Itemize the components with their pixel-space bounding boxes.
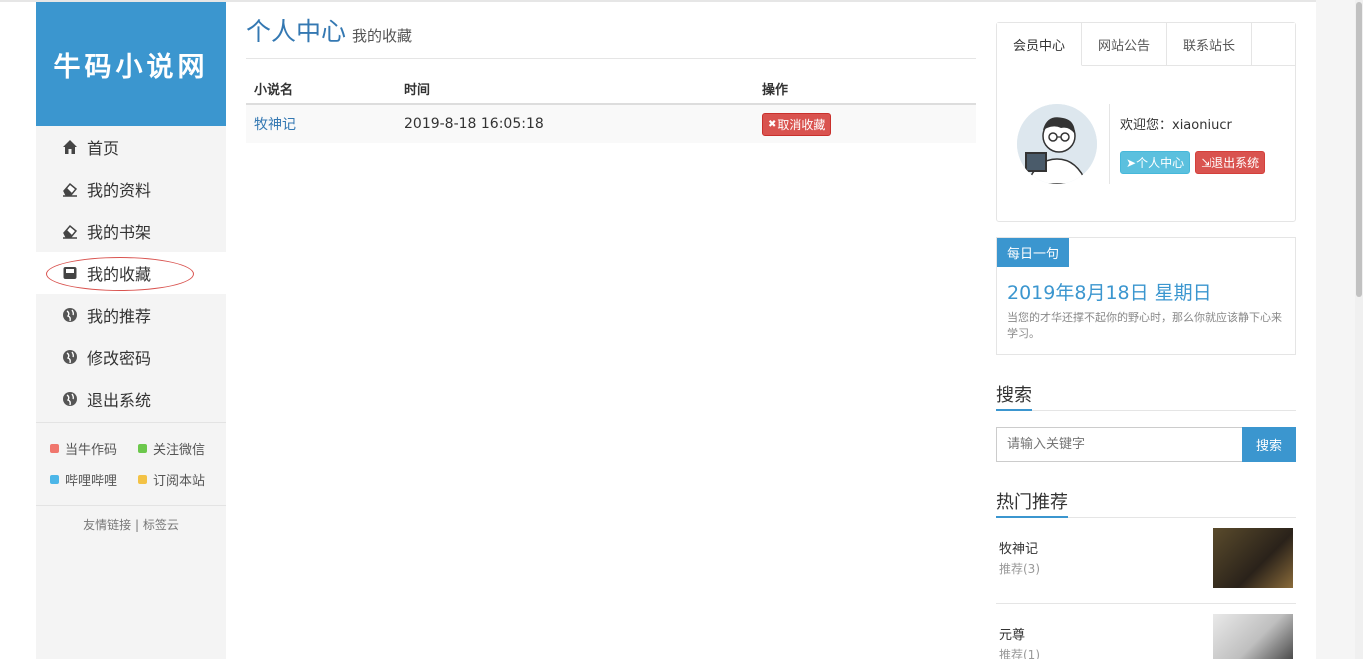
table-cell: 牧神记 — [246, 104, 396, 143]
eraser-icon — [61, 180, 79, 198]
member-panel: 会员中心 网站公告 联系站长 欢迎您：xiaoniucr ➤个人中心 ⇲退出系统 — [996, 22, 1296, 222]
cancel-favorite-button[interactable]: ✖ 取消收藏 — [762, 112, 832, 136]
recommend-count: 推荐(3) — [999, 562, 1040, 576]
tag-label: 关注微信 — [153, 443, 206, 458]
column-header: 时间 — [396, 74, 754, 105]
avatar — [1017, 103, 1097, 184]
sidebar-item-label: 修改密码 — [87, 349, 152, 368]
personal-center-button[interactable]: ➤个人中心 — [1120, 150, 1191, 174]
page-header: 个人中心 我的收藏 — [246, 2, 976, 59]
sidebar-nav: 首页 我的资料 我的书架 我的收藏 我的推荐 修改密码 退出系统 — [36, 126, 226, 420]
novel-link[interactable]: 牧神记 — [254, 117, 296, 133]
globe-icon — [61, 348, 79, 366]
profile-box: 欢迎您：xiaoniucr ➤个人中心 ⇲退出系统 — [997, 66, 1295, 221]
eraser-icon — [61, 222, 79, 240]
sidebar-item-label: 我的收藏 — [87, 265, 152, 284]
scrollbar[interactable] — [1355, 0, 1363, 659]
sidebar-item-label: 我的推荐 — [87, 307, 152, 326]
profile-divider — [1109, 103, 1110, 184]
column-header: 操作 — [754, 74, 976, 105]
profile-buttons: ➤个人中心 ⇲退出系统 — [1120, 150, 1266, 174]
logout-button[interactable]: ⇲退出系统 — [1195, 150, 1266, 174]
links-separator: | — [134, 518, 140, 532]
sidebar-item-home[interactable]: 首页 — [36, 126, 226, 168]
table-cell: ✖ 取消收藏 — [754, 104, 976, 143]
tag-item[interactable]: 哔哩哔哩 — [50, 470, 138, 489]
sidebar-divider — [36, 505, 226, 506]
welcome-text: 欢迎您：xiaoniucr — [1120, 117, 1232, 133]
tab-announcements[interactable]: 网站公告 — [1082, 23, 1168, 65]
table-header-row: 小说名 时间 操作 — [246, 74, 976, 105]
section-title-text: 热门推荐 — [996, 488, 1068, 518]
tag-label: 当牛作码 — [65, 443, 118, 458]
tag-item[interactable]: 当牛作码 — [50, 439, 138, 458]
page-margin — [1316, 0, 1355, 659]
novel-title[interactable]: 牧神记 — [999, 538, 1038, 557]
logout-icon: ⇲ — [1201, 155, 1212, 170]
table-row: 牧神记 2019-8-18 16:05:18 ✖ 取消收藏 — [246, 104, 976, 143]
globe-icon — [61, 390, 79, 408]
quote-label: 每日一句 — [997, 238, 1070, 267]
search-input[interactable] — [996, 427, 1242, 462]
novel-cover[interactable] — [1213, 528, 1293, 588]
sidebar-item-bookshelf[interactable]: 我的书架 — [36, 210, 226, 252]
sidebar-item-label: 我的资料 — [87, 181, 152, 200]
search-button[interactable]: 搜索 — [1242, 427, 1296, 462]
recommend-count: 推荐(1) — [999, 648, 1040, 659]
section-title-text: 搜索 — [996, 381, 1032, 411]
close-icon: ✖ — [768, 118, 777, 130]
quote-text: 当您的才华还撑不起你的野心时，那么你就应该静下心来学习。 — [1007, 311, 1282, 340]
table-cell: 2019-8-18 16:05:18 — [396, 104, 754, 143]
profile-info: 欢迎您：xiaoniucr ➤个人中心 ⇲退出系统 — [1120, 114, 1266, 174]
column-header: 小说名 — [246, 74, 396, 105]
novel-title[interactable]: 元尊 — [999, 624, 1025, 643]
daily-quote-panel: 每日一句 2019年8月18日 星期日 当您的才华还撑不起你的野心时，那么你就应… — [996, 237, 1296, 355]
sidebar-item-label: 首页 — [87, 139, 120, 158]
sidebar-links: 友情链接 | 标签云 — [36, 516, 226, 533]
tag-cloud-link[interactable]: 标签云 — [143, 518, 179, 532]
main-content: 个人中心 我的收藏 小说名 时间 操作 牧神记 2019-8-18 16:05:… — [246, 2, 976, 143]
list-item[interactable]: 牧神记 推荐(3) — [996, 518, 1296, 604]
member-tabs: 会员中心 网站公告 联系站长 — [997, 23, 1295, 66]
tag-dot — [138, 475, 147, 484]
sidebar-item-profile[interactable]: 我的资料 — [36, 168, 226, 210]
globe-icon — [61, 306, 79, 324]
button-label: 个人中心 — [1136, 155, 1185, 170]
sidebar-item-password[interactable]: 修改密码 — [36, 336, 226, 378]
inbox-icon — [61, 264, 79, 282]
sidebar-item-recommend[interactable]: 我的推荐 — [36, 294, 226, 336]
page-subtitle: 我的收藏 — [352, 27, 413, 45]
search-box: 搜索 — [996, 427, 1296, 462]
page-title: 个人中心 — [246, 17, 347, 46]
right-column: 会员中心 网站公告 联系站长 欢迎您：xiaoniucr ➤个人中心 ⇲退出系统… — [996, 22, 1296, 659]
hot-section-title: 热门推荐 — [996, 488, 1296, 518]
sidebar: 牛码小说网 首页 我的资料 我的书架 我的收藏 我的推荐 修改密码 退出系统 当… — [36, 2, 226, 659]
tag-dot — [50, 475, 59, 484]
sidebar-item-label: 我的书架 — [87, 223, 152, 242]
tag-item[interactable]: 关注微信 — [138, 439, 226, 458]
button-label: 退出系统 — [1211, 155, 1260, 170]
button-label: 取消收藏 — [777, 117, 826, 132]
novel-cover[interactable] — [1213, 614, 1293, 659]
quote-date: 2019年8月18日 星期日 — [1007, 282, 1212, 304]
tab-member-center[interactable]: 会员中心 — [997, 23, 1083, 66]
tab-contact[interactable]: 联系站长 — [1167, 23, 1253, 65]
tag-label: 订阅本站 — [153, 474, 206, 489]
sidebar-tags: 当牛作码 关注微信 哔哩哔哩 订阅本站 — [36, 423, 226, 489]
sidebar-item-favorites[interactable]: 我的收藏 — [36, 252, 226, 294]
tag-dot — [138, 444, 147, 453]
home-icon — [61, 138, 79, 156]
send-icon: ➤ — [1126, 155, 1137, 170]
tag-label: 哔哩哔哩 — [65, 474, 118, 489]
tag-item[interactable]: 订阅本站 — [138, 470, 226, 489]
sidebar-item-label: 退出系统 — [87, 391, 152, 410]
sidebar-item-logout[interactable]: 退出系统 — [36, 378, 226, 420]
friend-links-link[interactable]: 友情链接 — [83, 518, 131, 532]
site-logo[interactable]: 牛码小说网 — [36, 2, 226, 126]
list-item[interactable]: 元尊 推荐(1) — [996, 604, 1296, 659]
search-section-title: 搜索 — [996, 381, 1296, 411]
favorites-table: 小说名 时间 操作 牧神记 2019-8-18 16:05:18 ✖ 取消收藏 — [246, 74, 976, 143]
tag-dot — [50, 444, 59, 453]
scrollbar-thumb[interactable] — [1356, 2, 1362, 297]
